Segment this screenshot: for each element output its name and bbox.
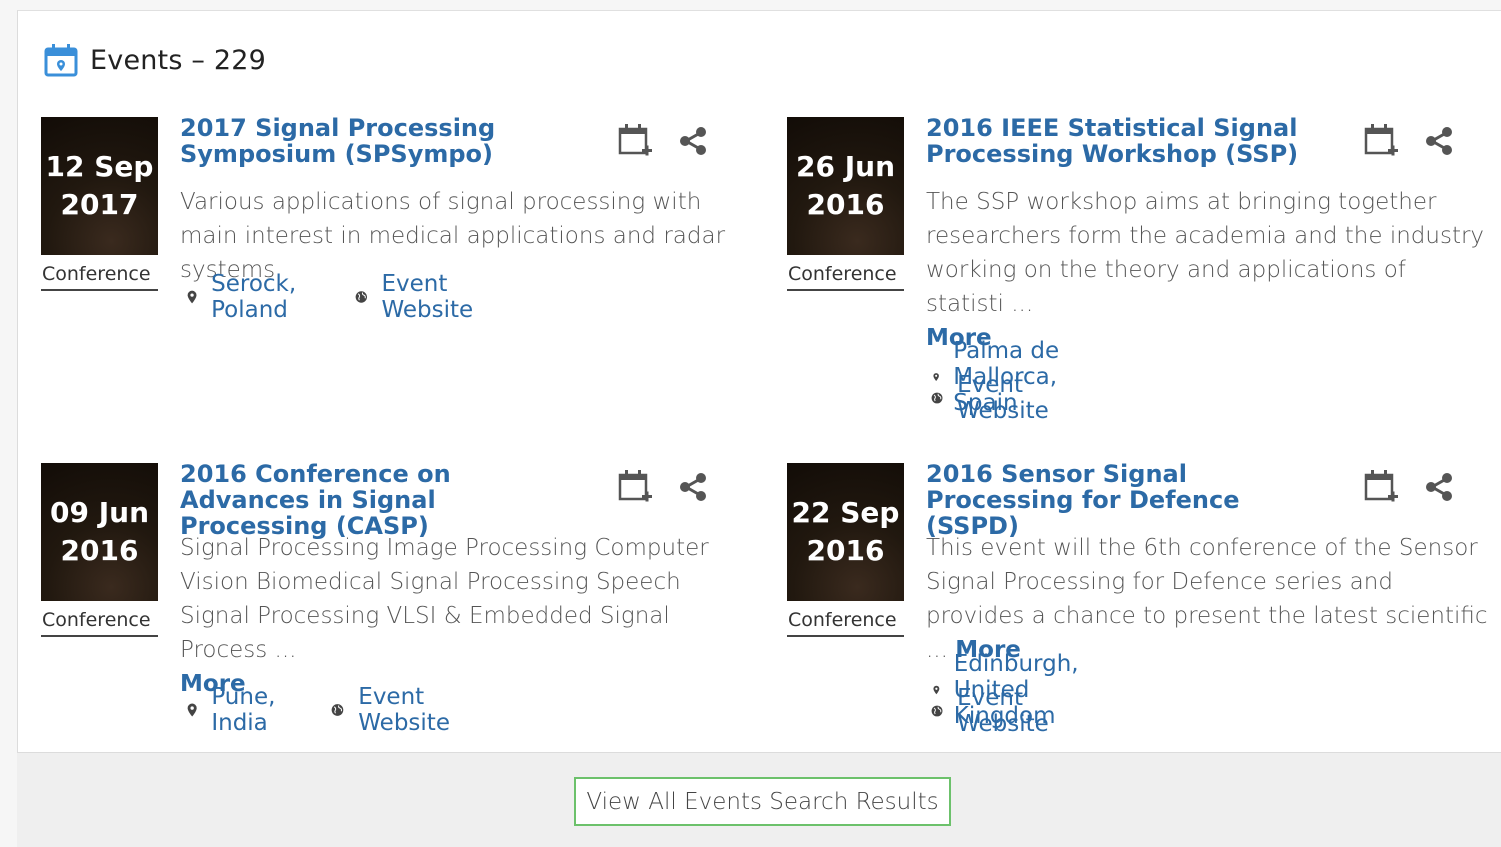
event-website-link[interactable]: Event Website xyxy=(381,271,485,323)
event-description-text: Signal Processing Image Processing Compu… xyxy=(180,535,709,663)
event-meta: Event Website xyxy=(931,372,1057,424)
event-date-box[interactable]: 12 Sep 2017 xyxy=(41,117,158,255)
page-title: Events – 229 xyxy=(90,44,267,76)
events-footer: View All Events Search Results xyxy=(17,752,1501,847)
event-description: This event will the 6th conference of th… xyxy=(926,531,1491,667)
event-day: 26 Jun xyxy=(796,150,895,183)
globe-icon xyxy=(931,705,943,717)
calendar-add-icon[interactable] xyxy=(1364,469,1398,505)
event-year: 2017 xyxy=(60,188,139,221)
event-actions xyxy=(618,123,708,159)
event-meta: Serock, Poland Event Website xyxy=(187,271,486,323)
event-actions xyxy=(1364,469,1454,505)
event-date-box[interactable]: 26 Jun 2016 xyxy=(787,117,904,255)
calendar-icon xyxy=(44,44,78,77)
calendar-add-icon[interactable] xyxy=(618,123,652,159)
event-type-link[interactable]: Conference xyxy=(41,609,158,637)
event-website-link[interactable]: Event Website xyxy=(358,684,465,736)
event-title-link[interactable]: 2017 Signal Processing Symposium (SPSymp… xyxy=(180,115,600,167)
event-title-link[interactable]: 2016 Sensor Signal Processing for Defenc… xyxy=(926,461,1336,539)
map-pin-icon xyxy=(187,703,197,717)
share-icon[interactable] xyxy=(678,472,708,502)
globe-icon xyxy=(332,704,344,716)
event-description: Signal Processing Image Processing Compu… xyxy=(180,531,745,701)
share-icon[interactable] xyxy=(1424,126,1454,156)
event-description: The SSP workshop aims at bringing togeth… xyxy=(926,185,1491,355)
event-year: 2016 xyxy=(806,534,885,567)
event-description-text: The SSP workshop aims at bringing togeth… xyxy=(926,189,1485,317)
event-meta: Event Website xyxy=(931,685,1057,737)
event-year: 2016 xyxy=(60,534,139,567)
globe-icon xyxy=(931,392,943,404)
share-icon[interactable] xyxy=(1424,472,1454,502)
calendar-add-icon[interactable] xyxy=(1364,123,1398,159)
share-icon[interactable] xyxy=(678,126,708,156)
event-description-text: Various applications of signal processin… xyxy=(180,189,726,283)
event-website-link[interactable]: Event Website xyxy=(957,685,1057,737)
event-title-link[interactable]: 2016 IEEE Statistical Signal Processing … xyxy=(926,115,1326,167)
event-type-link[interactable]: Conference xyxy=(787,609,904,637)
event-type-link[interactable]: Conference xyxy=(787,263,904,291)
events-panel: Events – 229 12 Sep 2017 Conference 2017… xyxy=(17,10,1501,847)
globe-icon xyxy=(355,291,367,303)
map-pin-icon xyxy=(187,290,197,304)
event-website-link[interactable]: Event Website xyxy=(957,372,1057,424)
event-title-link[interactable]: 2016 Conference on Advances in Signal Pr… xyxy=(180,461,580,539)
event-day: 12 Sep xyxy=(45,150,154,183)
event-actions xyxy=(618,469,708,505)
event-date-box[interactable]: 22 Sep 2016 xyxy=(787,463,904,601)
event-year: 2016 xyxy=(806,188,885,221)
event-location: Serock, Poland xyxy=(211,271,297,323)
event-meta: Pune, India Event Website xyxy=(187,684,465,736)
event-date-box[interactable]: 09 Jun 2016 xyxy=(41,463,158,601)
event-day: 22 Sep xyxy=(791,496,900,529)
events-header: Events – 229 xyxy=(44,43,266,77)
view-all-events-button[interactable]: View All Events Search Results xyxy=(574,777,951,826)
event-day: 09 Jun xyxy=(50,496,149,529)
calendar-add-icon[interactable] xyxy=(618,469,652,505)
event-actions xyxy=(1364,123,1454,159)
event-location: Pune, India xyxy=(211,684,276,736)
event-type-link[interactable]: Conference xyxy=(41,263,158,291)
